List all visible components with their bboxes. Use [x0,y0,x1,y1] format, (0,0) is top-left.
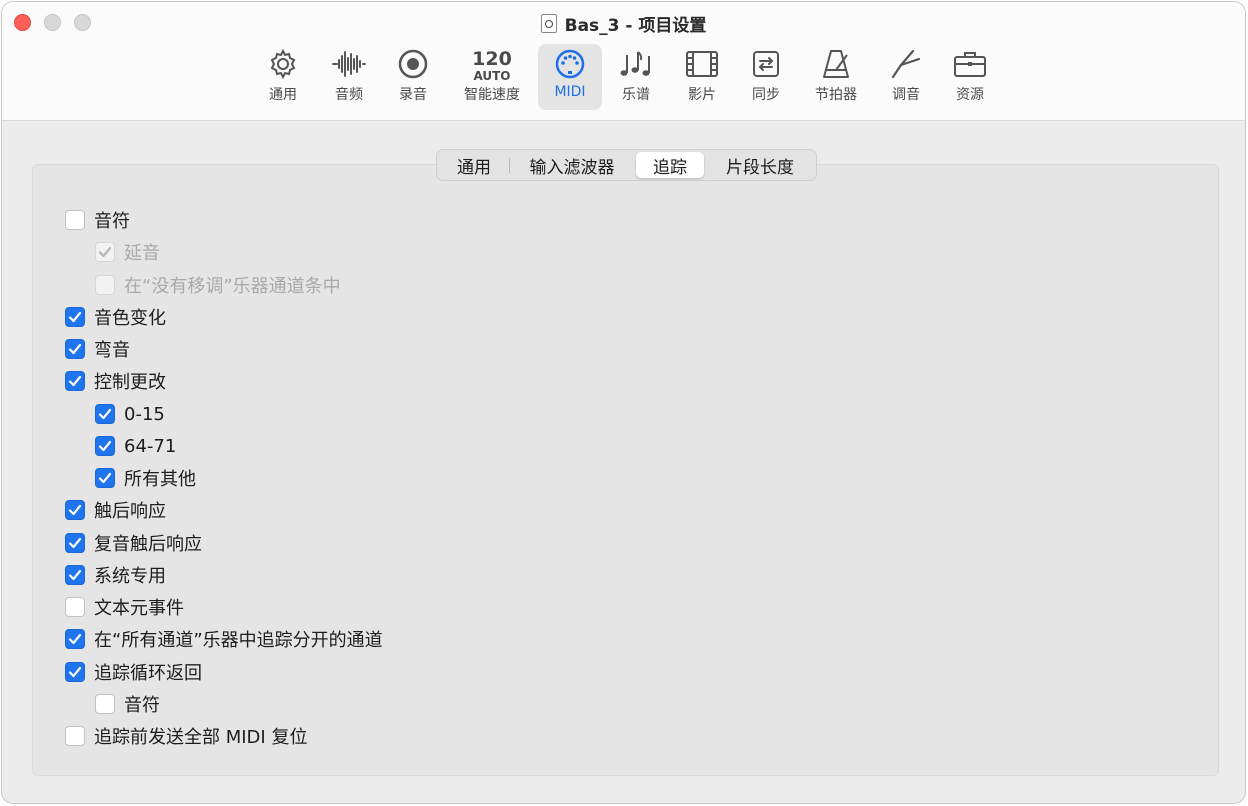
tempo-icon: 120 AUTO [472,47,512,83]
subtab-general[interactable]: 通用 [439,150,509,180]
option-checkbox[interactable] [95,404,115,424]
gear-icon [267,44,299,84]
option-row: 延音 [95,240,160,264]
waveform-icon [331,44,367,84]
settings-tabs: 通用 音频 录音 120 AUTO 智能速度 MIDI 乐谱 影片 同步 节拍器… [2,44,1245,110]
option-label: 文本元事件 [94,598,184,619]
checkmark-icon [68,504,82,516]
checkmark-icon [98,246,112,258]
option-row[interactable]: 复音触后响应 [65,531,202,555]
tab-assets[interactable]: 资源 [942,44,998,110]
checkmark-icon [68,633,82,645]
checkmark-icon [68,569,82,581]
option-row[interactable]: 音色变化 [65,305,166,329]
option-row[interactable]: 音符 [95,692,160,716]
option-checkbox[interactable] [65,339,85,359]
option-checkbox[interactable] [65,533,85,553]
option-checkbox[interactable] [65,662,85,682]
option-checkbox[interactable] [65,565,85,585]
option-label: 追踪循环返回 [94,663,202,684]
option-label: 64-71 [124,435,177,457]
option-checkbox [95,275,115,295]
option-label: 系统专用 [94,566,166,587]
option-checkbox[interactable] [65,307,85,327]
record-icon [397,44,429,84]
subtab-input-filter[interactable]: 输入滤波器 [511,150,633,180]
option-row[interactable]: 在“所有通道”乐器中追踪分开的通道 [65,627,383,651]
option-label: 所有其他 [124,469,196,490]
option-label: 触后响应 [94,501,166,522]
option-label: 音色变化 [94,308,166,329]
option-row[interactable]: 控制更改 [65,369,166,393]
tab-sync[interactable]: 同步 [738,44,794,110]
document-icon [540,14,557,33]
option-row[interactable]: 0-15 [95,402,165,426]
midi-port-icon [554,44,586,84]
option-label: 0-15 [124,403,165,425]
toolbar: Bas_3 - 项目设置 通用 音频 录音 120 AUTO 智能速度 MIDI… [2,2,1245,121]
option-label: 追踪前发送全部 MIDI 复位 [94,727,308,748]
option-label: 控制更改 [94,372,166,393]
option-checkbox[interactable] [65,726,85,746]
option-label: 在“所有通道”乐器中追踪分开的通道 [94,630,383,651]
option-label: 音符 [124,695,160,716]
checkmark-icon [68,375,82,387]
option-checkbox[interactable] [65,629,85,649]
tab-general[interactable]: 通用 [256,44,310,110]
option-checkbox[interactable] [95,436,115,456]
project-settings-window: Bas_3 - 项目设置 通用 音频 录音 120 AUTO 智能速度 MIDI… [1,1,1246,804]
tab-tuning[interactable]: 调音 [878,44,934,110]
option-row[interactable]: 音符 [65,208,130,232]
window-title-text: Bas_3 - 项目设置 [564,16,707,36]
tracking-panel [32,164,1219,776]
option-checkbox [95,242,115,262]
option-row[interactable]: 触后响应 [65,498,166,522]
option-label: 延音 [124,243,160,264]
tab-movie[interactable]: 影片 [674,44,730,110]
option-row[interactable]: 64-71 [95,434,176,458]
option-label: 音符 [94,211,130,232]
option-checkbox[interactable] [65,500,85,520]
checkmark-icon [98,408,112,420]
checkmark-icon [98,440,112,452]
briefcase-icon [953,44,987,84]
sync-icon [751,44,781,84]
option-row: 在“没有移调”乐器通道条中 [95,273,341,297]
tuning-fork-icon [889,44,923,84]
option-row[interactable]: 弯音 [65,337,130,361]
tab-score[interactable]: 乐谱 [608,44,664,110]
checkmark-icon [68,311,82,323]
option-row[interactable]: 追踪循环返回 [65,660,202,684]
option-checkbox[interactable] [65,371,85,391]
option-label: 复音触后响应 [94,534,202,555]
subtab-divider [509,158,510,173]
option-row[interactable]: 所有其他 [95,466,196,490]
midi-subtabs: 通用 输入滤波器 追踪 片段长度 [436,149,817,181]
option-checkbox[interactable] [95,468,115,488]
tab-recording[interactable]: 录音 [386,44,440,110]
checkmark-icon [98,472,112,484]
tab-metronome[interactable]: 节拍器 [806,44,866,110]
option-checkbox[interactable] [65,210,85,230]
tab-audio[interactable]: 音频 [322,44,376,110]
tab-midi[interactable]: MIDI [538,44,602,110]
window-title: Bas_3 - 项目设置 [2,11,1245,36]
checkmark-icon [68,537,82,549]
option-row[interactable]: 追踪前发送全部 MIDI 复位 [65,724,307,748]
checkmark-icon [68,343,82,355]
subtab-region-length[interactable]: 片段长度 [707,150,813,180]
option-checkbox[interactable] [95,694,115,714]
option-checkbox[interactable] [65,597,85,617]
option-row[interactable]: 文本元事件 [65,595,184,619]
tab-smart-tempo[interactable]: 120 AUTO 智能速度 [454,44,530,110]
option-label: 在“没有移调”乐器通道条中 [124,276,341,297]
subtab-chase[interactable]: 追踪 [636,152,704,178]
option-row[interactable]: 系统专用 [65,563,166,587]
music-notes-icon [618,44,654,84]
film-icon [685,44,719,84]
option-label: 弯音 [94,340,130,361]
metronome-icon [820,44,852,84]
checkmark-icon [68,666,82,678]
